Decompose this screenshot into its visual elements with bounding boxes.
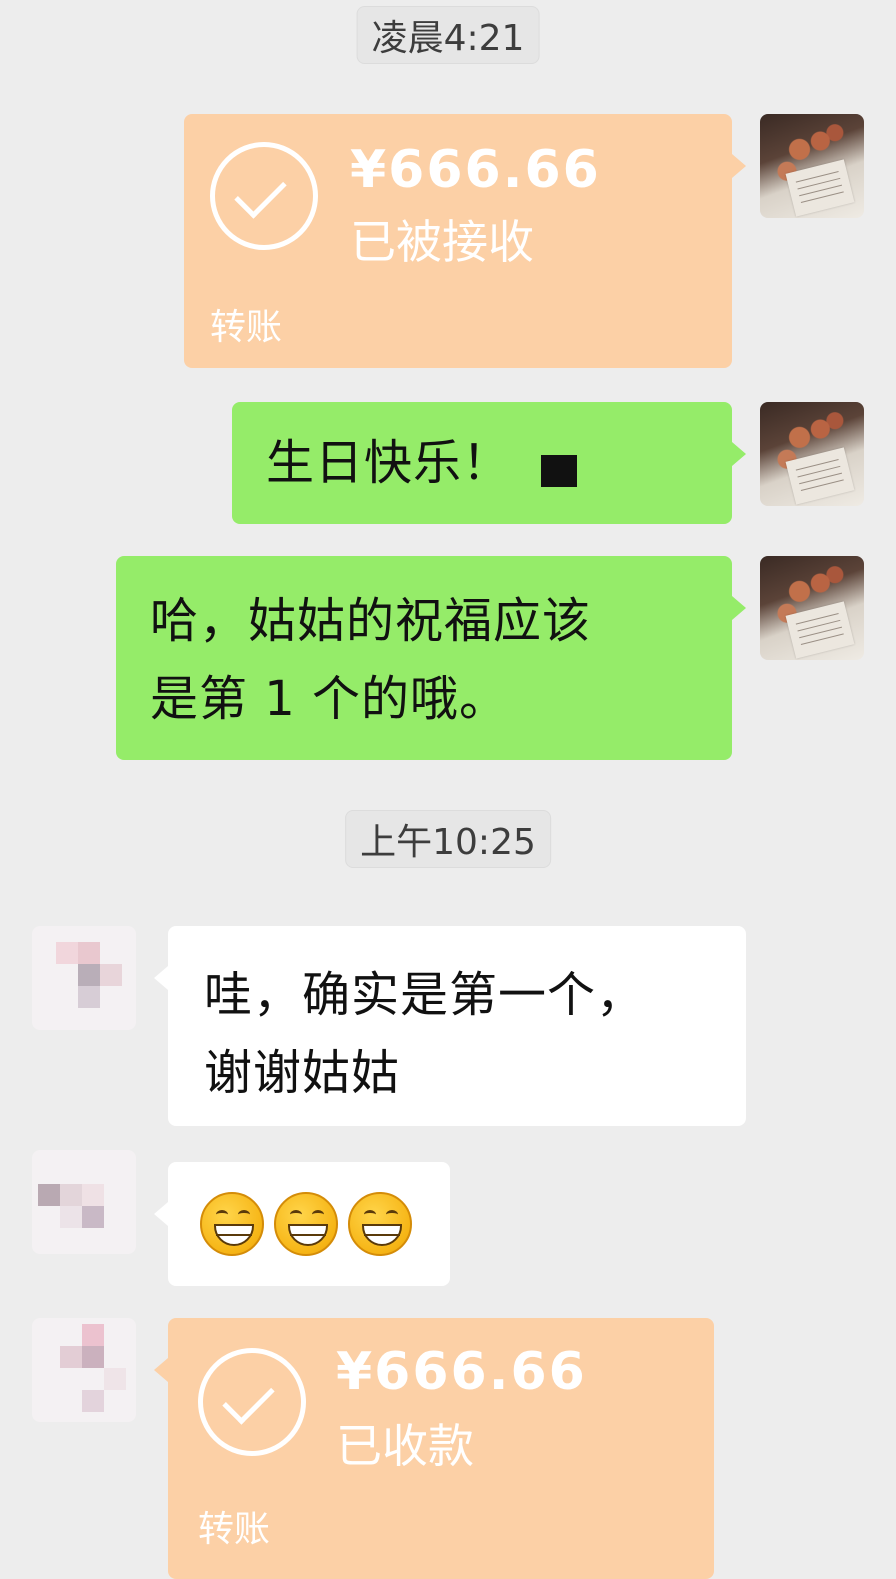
redacted-mark: [541, 454, 578, 487]
contact-avatar[interactable]: [32, 1318, 136, 1422]
message-text: 生日快乐！: [266, 435, 512, 491]
contact-avatar[interactable]: [32, 926, 136, 1030]
self-avatar[interactable]: [760, 556, 864, 660]
timestamp: 上午10:25: [345, 810, 551, 868]
grinning-face-icon: [274, 1192, 338, 1256]
transfer-label: 转账: [210, 307, 283, 348]
message-text-line: 哇，确实是第一个，: [204, 967, 646, 1023]
transfer-card-sent[interactable]: ¥666.66 已被接收 转账: [184, 114, 746, 368]
message-bubble-self[interactable]: 生日快乐！: [232, 402, 746, 524]
message-bubble-other[interactable]: 哇，确实是第一个， 谢谢姑姑: [154, 926, 746, 1126]
grinning-face-icon: [200, 1192, 264, 1256]
message-text-line: 谢谢姑姑: [204, 1045, 401, 1101]
check-circle-icon: [198, 1348, 306, 1456]
transfer-amount: ¥666.66: [350, 140, 601, 200]
transfer-card-received[interactable]: ¥666.66 已收款 转账: [154, 1318, 714, 1579]
self-avatar[interactable]: [760, 114, 864, 218]
transfer-amount: ¥666.66: [336, 1342, 587, 1402]
grinning-face-icon: [348, 1192, 412, 1256]
message-text-line: 是第 1 个的哦。: [150, 671, 509, 727]
chat-window: 凌晨4:21 ¥666.66 已被接收 转账 生日快乐！ 哈，姑姑的祝福应该 是…: [0, 0, 896, 1579]
transfer-status: 已被接收: [350, 215, 534, 269]
contact-avatar[interactable]: [32, 1150, 136, 1254]
self-avatar[interactable]: [760, 402, 864, 506]
check-circle-icon: [210, 142, 318, 250]
timestamp: 凌晨4:21: [356, 6, 540, 64]
transfer-label: 转账: [198, 1509, 271, 1550]
transfer-status: 已收款: [336, 1419, 474, 1473]
message-bubble-other[interactable]: [154, 1162, 450, 1286]
message-text-line: 哈，姑姑的祝福应该: [150, 593, 592, 649]
message-bubble-self[interactable]: 哈，姑姑的祝福应该 是第 1 个的哦。: [116, 556, 746, 760]
